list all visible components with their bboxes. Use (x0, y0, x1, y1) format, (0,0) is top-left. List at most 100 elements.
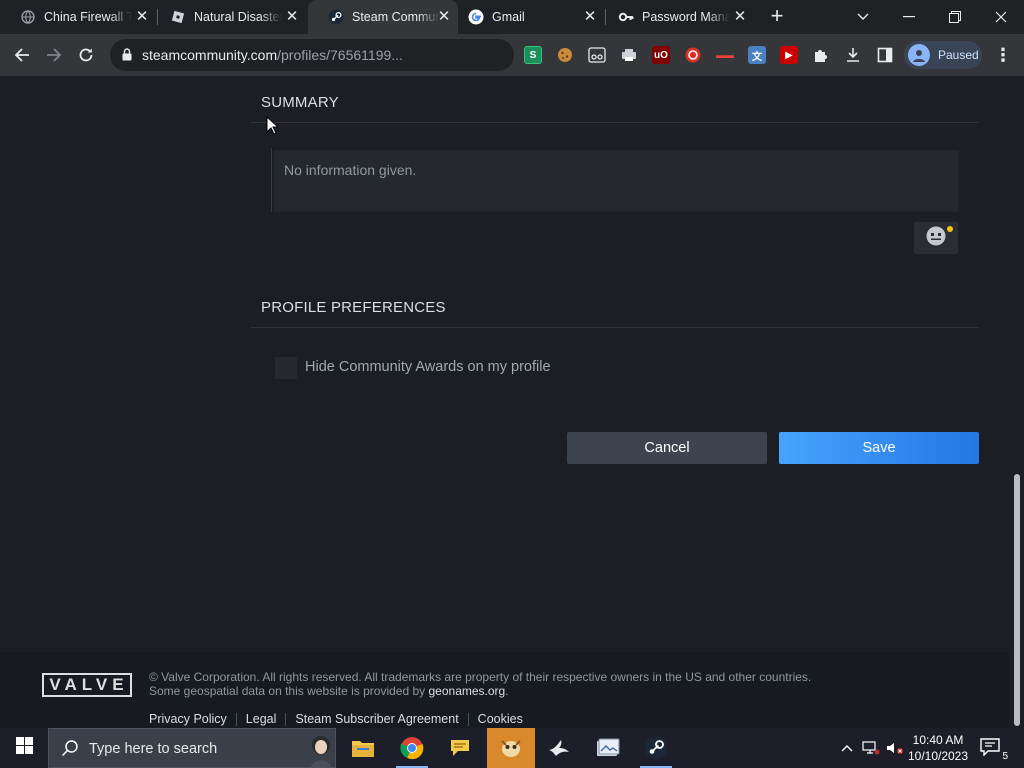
copyright-line-1: © Valve Corporation. All rights reserved… (149, 670, 812, 684)
system-clock[interactable]: 10:40 AM 10/10/2023 (904, 732, 972, 764)
windows-taskbar: Type here to search 10:40 AM 10/10/2023 (0, 728, 1024, 768)
notification-dot (947, 226, 953, 232)
clock-date: 10/10/2023 (907, 749, 969, 763)
tab-search-chevron-icon[interactable] (840, 0, 886, 34)
steam-edit-profile-page: SUMMARY No information given. PROFILE PR… (0, 76, 1009, 728)
geospatial-note: Some geospatial data on this website is … (149, 684, 429, 698)
link-separator (285, 712, 287, 726)
cookies-link[interactable]: Cookies (478, 712, 523, 726)
restore-icon[interactable] (932, 0, 978, 34)
extension-s-icon[interactable]: S (524, 46, 542, 64)
steam-taskbar-icon[interactable] (632, 728, 680, 768)
close-tab-icon[interactable]: ✕ (582, 9, 598, 25)
minimize-icon[interactable] (886, 0, 932, 34)
url-path: /profiles/76561199... (277, 47, 403, 63)
chat-taskbar-icon[interactable] (436, 728, 484, 768)
profile-status-label: Paused (938, 48, 979, 62)
emoticon-button[interactable] (914, 222, 958, 254)
geonames-link[interactable]: geonames.org (429, 684, 506, 698)
subscriber-agreement-link[interactable]: Steam Subscriber Agreement (295, 712, 458, 726)
globe-icon (20, 9, 36, 25)
url-host: steamcommunity.com (142, 47, 278, 63)
avatar (908, 44, 930, 66)
preferences-divider (251, 327, 979, 328)
copyright-text: © Valve Corporation. All rights reserved… (149, 670, 811, 698)
summary-textarea[interactable]: No information given. (271, 148, 959, 212)
tab-gmail[interactable]: Gmail ✕ (448, 0, 604, 34)
hide-community-awards-label[interactable]: Hide Community Awards on my profile (305, 359, 551, 375)
translate-extension-icon[interactable]: 文 (748, 46, 766, 64)
notification-count: 5 (1002, 751, 1008, 762)
summary-text: No information given. (284, 162, 417, 178)
mouse-cursor-icon (266, 115, 280, 140)
new-tab-icon[interactable]: + (766, 5, 788, 28)
chrome-taskbar-icon[interactable] (388, 728, 436, 768)
steam-footer: VALVE © Valve Corporation. All rights re… (0, 652, 1009, 728)
photos-taskbar-icon[interactable] (584, 728, 632, 768)
side-panel-icon[interactable] (876, 46, 894, 64)
close-tab-icon[interactable]: ✕ (134, 9, 150, 25)
windows-logo-icon (15, 737, 33, 759)
address-bar[interactable]: steamcommunity.com/profiles/76561199... (110, 39, 514, 71)
close-tab-icon[interactable]: ✕ (284, 9, 300, 25)
page-scrollbar[interactable] (1009, 76, 1024, 728)
valve-logo[interactable]: VALVE (42, 673, 132, 697)
tab-title: Gmail (492, 10, 525, 24)
windows-start-button[interactable] (0, 728, 48, 768)
close-window-icon[interactable] (978, 0, 1024, 34)
steam-icon (328, 9, 344, 25)
red-text-extension-icon[interactable]: ▬▬ (716, 46, 734, 64)
action-center-button[interactable]: 5 (980, 738, 1008, 762)
tab-title: Natural Disaster (194, 10, 282, 24)
volume-muted-icon[interactable] (884, 728, 906, 768)
extensions-puzzle-icon[interactable] (812, 46, 830, 64)
game-taskbar-icon[interactable] (487, 728, 535, 768)
smiley-icon (925, 225, 947, 252)
tab-title: Steam Commun (352, 10, 440, 24)
privacy-policy-link[interactable]: Privacy Policy (149, 712, 227, 726)
ublock-icon[interactable]: uO (652, 46, 670, 64)
save-button[interactable]: Save (779, 432, 979, 464)
close-tab-icon[interactable]: ✕ (732, 9, 748, 25)
forward-arrow-icon[interactable] (41, 42, 67, 68)
download-icon[interactable] (844, 46, 862, 64)
show-hidden-icons-chevron-icon[interactable] (838, 728, 856, 768)
taskbar-search-box[interactable]: Type here to search (48, 728, 336, 768)
lock-icon[interactable] (122, 48, 132, 66)
copyright-line-2: Some geospatial data on this website is … (149, 684, 811, 698)
tab-title: Password Mana (642, 10, 730, 24)
youtube-extension-icon[interactable]: ▶ (780, 46, 798, 64)
print-extension-icon[interactable] (620, 46, 638, 64)
hide-community-awards-checkbox[interactable] (275, 357, 297, 379)
tab-password-manager[interactable]: Password Mana ✕ (598, 0, 754, 34)
cookie-extension-icon[interactable] (556, 46, 574, 64)
tab-natural-disaster[interactable]: Natural Disaster ✕ (150, 0, 306, 34)
period: . (505, 684, 509, 698)
key-icon (618, 9, 634, 25)
profile-button[interactable]: Paused (904, 41, 982, 69)
clock-time: 10:40 AM (912, 733, 964, 747)
bird-app-taskbar-icon[interactable] (535, 728, 583, 768)
roblox-icon (170, 9, 186, 25)
red-circle-extension-icon[interactable] (684, 46, 702, 64)
tab-steam-community[interactable]: Steam Commun ✕ (308, 0, 458, 34)
summary-heading: SUMMARY (261, 94, 339, 111)
reader-extension-icon[interactable] (588, 46, 606, 64)
link-separator (235, 712, 237, 726)
file-explorer-taskbar-icon[interactable] (339, 728, 387, 768)
legal-link[interactable]: Legal (246, 712, 277, 726)
browser-toolbar: steamcommunity.com/profiles/76561199... … (0, 34, 1024, 98)
browser-tab-strip: China Firewall Te ✕ Natural Disaster ✕ S… (0, 0, 1024, 34)
cancel-button[interactable]: Cancel (567, 432, 767, 464)
tab-title: China Firewall Te (44, 10, 132, 24)
back-arrow-icon[interactable] (9, 42, 35, 68)
reload-icon[interactable] (73, 42, 99, 68)
notification-icon (980, 738, 1000, 757)
google-icon (468, 9, 484, 25)
network-icon[interactable] (860, 728, 882, 768)
tab-china-firewall[interactable]: China Firewall Te ✕ (0, 0, 156, 34)
profile-preferences-heading: PROFILE PREFERENCES (261, 299, 446, 316)
search-placeholder: Type here to search (89, 741, 218, 757)
scrollbar-thumb[interactable] (1014, 474, 1020, 726)
browser-menu-icon[interactable]: ⋮ (994, 46, 1012, 64)
